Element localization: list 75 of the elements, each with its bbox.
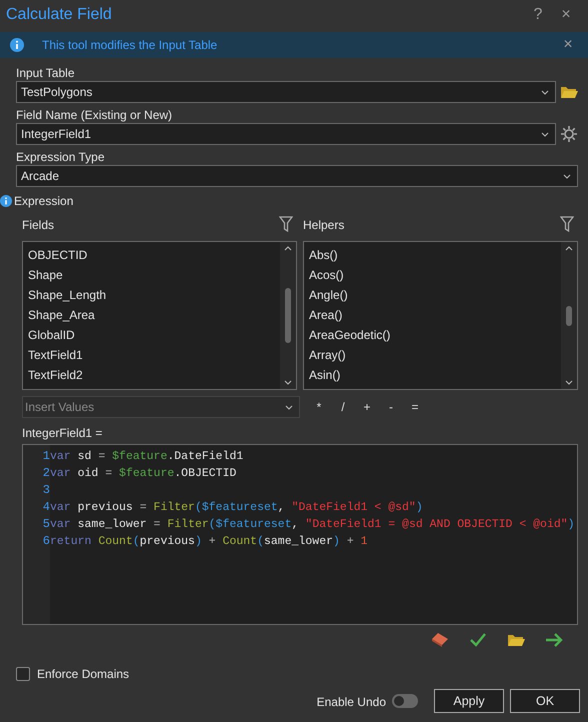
- list-item[interactable]: Shape_Area: [23, 305, 280, 325]
- list-item[interactable]: Area(): [304, 305, 561, 325]
- eraser-icon: [431, 632, 449, 648]
- caret-icon: [284, 380, 292, 385]
- line-number: 2: [42, 465, 50, 482]
- operator-button[interactable]: /: [334, 400, 352, 414]
- help-button[interactable]: ?: [524, 6, 552, 24]
- operator-button[interactable]: =: [406, 400, 424, 414]
- checkbox-label: Enforce Domains: [37, 667, 130, 682]
- filter-icon[interactable]: [560, 216, 574, 232]
- caret-icon: [565, 246, 573, 251]
- field-label: Input Table: [16, 66, 76, 81]
- line-number: 1: [42, 448, 50, 465]
- list-item[interactable]: Angle(): [304, 285, 561, 305]
- list-heading: Helpers: [303, 218, 344, 232]
- close-button[interactable]: ×: [554, 36, 582, 54]
- list-item[interactable]: TextField2: [23, 365, 280, 385]
- arrow-icon: [545, 632, 563, 646]
- info-icon: [0, 194, 12, 206]
- line-number: 4: [42, 499, 50, 516]
- code-line: var previous = Filter($featureset, "DateField1 < @sd"): [50, 501, 423, 514]
- list-item[interactable]: TextField1: [23, 345, 280, 365]
- code-line: var same_lower = Filter($featureset, "DateField1 = @sd AND OBJECTID < @oid"): [50, 518, 575, 531]
- code-line: var sd = $feature.DateField1: [50, 450, 244, 463]
- code-line: return Count(previous) + Count(same_lower) + 1: [50, 535, 368, 548]
- list-item[interactable]: Acos(): [304, 265, 561, 285]
- dropdown[interactable]: IntegerField1: [16, 123, 556, 145]
- close-button[interactable]: ×: [552, 6, 580, 24]
- line-number: 6: [42, 533, 50, 550]
- toggle-label: Enable Undo: [316, 694, 386, 710]
- check-icon: [470, 632, 486, 646]
- scrollbar[interactable]: [280, 242, 296, 389]
- list-item[interactable]: Array(): [304, 345, 561, 365]
- scrollbar-thumb[interactable]: [566, 306, 572, 326]
- settings-icon[interactable]: [560, 125, 578, 143]
- folder-icon[interactable]: [560, 85, 578, 99]
- caret-icon: [284, 246, 292, 251]
- insert-values-dropdown[interactable]: Insert Values: [22, 396, 300, 418]
- scrollbar-thumb[interactable]: [285, 288, 291, 343]
- caret-icon: [563, 174, 571, 178]
- operator-button[interactable]: *: [310, 400, 328, 414]
- list-item[interactable]: Abs(): [304, 245, 561, 265]
- list-item[interactable]: AreaGeodetic(): [304, 325, 561, 345]
- dropdown[interactable]: Arcade: [16, 165, 578, 187]
- scrollbar[interactable]: [561, 242, 577, 389]
- line-number: 5: [42, 516, 50, 533]
- code-editor[interactable]: [22, 444, 578, 625]
- field-label: Field Name (Existing or New): [16, 108, 174, 123]
- info-icon: [10, 38, 24, 52]
- section-label: Expression: [14, 194, 74, 209]
- checkbox[interactable]: [16, 666, 30, 680]
- list-item[interactable]: Shape_Length: [23, 285, 280, 305]
- ok-button[interactable]: OK: [510, 689, 580, 713]
- operator-button[interactable]: +: [358, 400, 376, 414]
- caret-icon: [541, 132, 549, 136]
- banner-text: This tool modifies the Input Table: [42, 38, 218, 52]
- list-item[interactable]: Asin(): [304, 365, 561, 385]
- caret-icon: [541, 90, 549, 94]
- list-item[interactable]: GlobalID: [23, 325, 280, 345]
- window-title: Calculate Field: [6, 6, 113, 24]
- expression-target: IntegerField1 =: [22, 426, 104, 440]
- field-label: Expression Type: [16, 150, 106, 165]
- list-heading: Fields: [22, 218, 54, 232]
- list-item[interactable]: Shape: [23, 265, 280, 285]
- operator-button[interactable]: -: [382, 400, 400, 414]
- dropdown[interactable]: TestPolygons: [16, 81, 556, 103]
- toggle-switch[interactable]: [392, 694, 418, 708]
- caret-icon: [565, 380, 573, 385]
- folder-icon: [507, 632, 525, 646]
- line-number: 3: [42, 482, 50, 499]
- list-item[interactable]: OBJECTID: [23, 245, 280, 265]
- code-line: var oid = $feature.OBJECTID: [50, 467, 236, 480]
- caret-icon: [285, 404, 293, 410]
- apply-button[interactable]: Apply: [434, 689, 504, 713]
- filter-icon[interactable]: [279, 216, 293, 232]
